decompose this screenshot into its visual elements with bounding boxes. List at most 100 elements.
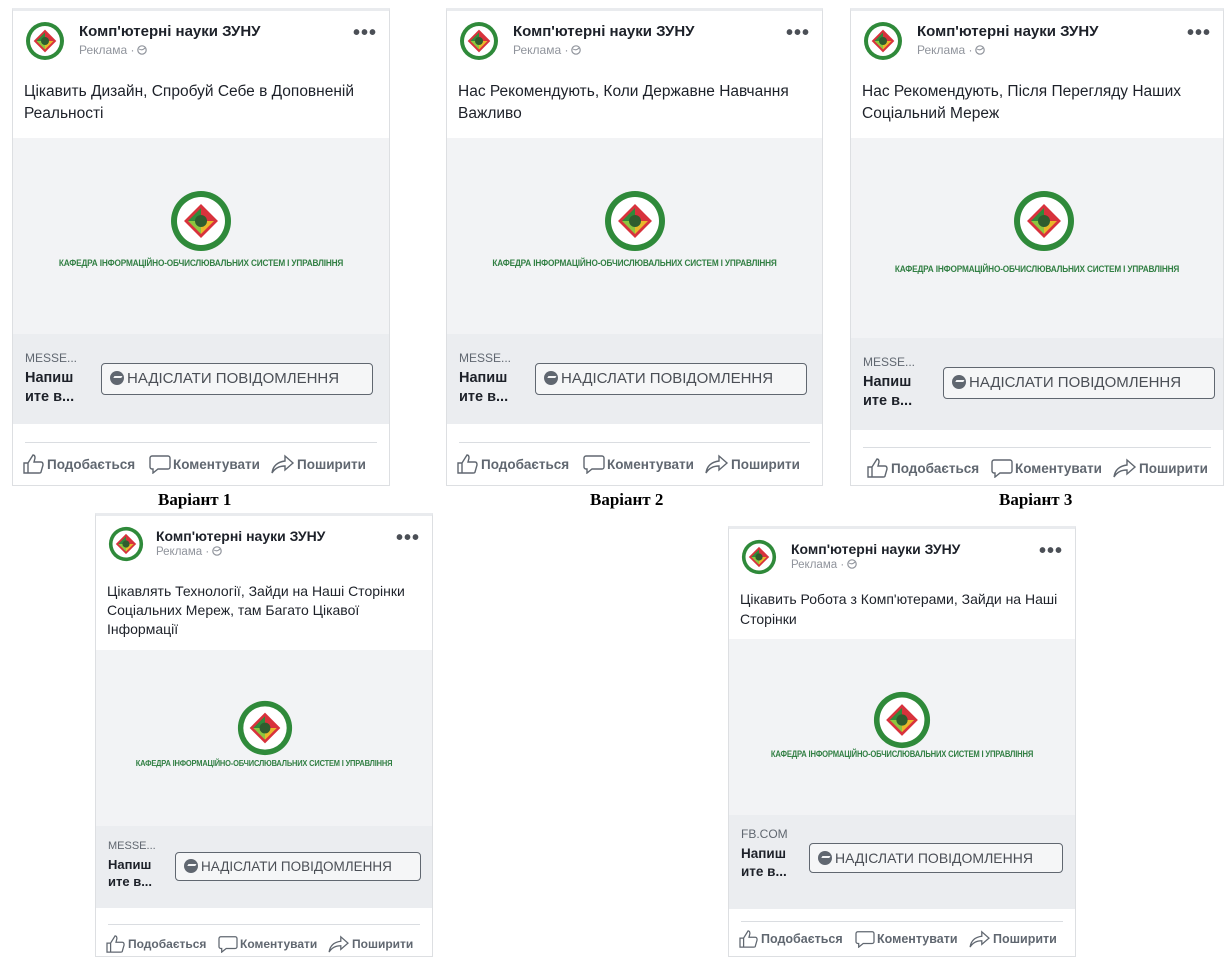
share-icon (328, 935, 349, 953)
post-header: Комп'ютерні науки ЗУНУ Реклама · ••• (96, 516, 432, 564)
share-button[interactable]: Поширити (328, 932, 413, 956)
comment-icon (218, 936, 238, 954)
page-avatar-logo-icon[interactable] (25, 21, 65, 61)
page-avatar-logo-icon[interactable] (741, 539, 777, 575)
department-name: КАФЕДРА ІНФОРМАЦІЙНО-ОБЧИСЛЮВАЛЬНИХ СИСТ… (58, 258, 344, 269)
share-button[interactable]: Поширити (1113, 457, 1208, 481)
send-message-label: НАДІСЛАТИ ПОВІДОМЛЕННЯ (835, 850, 1033, 866)
share-label: Поширити (1139, 461, 1208, 476)
like-button[interactable]: Подобається (23, 453, 135, 477)
ad-image[interactable]: КАФЕДРА ІНФОРМАЦІЙНО-ОБЧИСЛЮВАЛЬНИХ СИСТ… (13, 138, 389, 334)
ad-image[interactable]: КАФЕДРА ІНФОРМАЦІЙНО-ОБЧИСЛЮВАЛЬНИХ СИСТ… (729, 639, 1075, 815)
post-text: Цікавить Дизайн, Спробуй Себе в Доповнен… (24, 83, 355, 122)
like-button[interactable]: Подобається (106, 932, 206, 956)
post-text: Нас Рекомендують, Після Перегляду Наших … (862, 83, 1182, 122)
more-options-icon[interactable]: ••• (786, 23, 810, 43)
ad-card-5: Комп'ютерні науки ЗУНУ Реклама · ••• Цік… (728, 526, 1076, 957)
post-actions: Подобається Коментувати Поширити (23, 453, 379, 477)
ad-card-3: Комп'ютерні науки ЗУНУ Реклама · ••• Нас… (850, 8, 1224, 486)
share-button[interactable]: Поширити (705, 453, 800, 477)
page-name[interactable]: Комп'ютерні науки ЗУНУ (79, 23, 261, 40)
like-label: Подобається (47, 457, 136, 472)
more-options-icon[interactable]: ••• (396, 528, 420, 548)
share-icon (271, 454, 295, 474)
globe-icon (137, 45, 148, 55)
more-options-icon[interactable]: ••• (1187, 23, 1211, 43)
comment-button[interactable]: Коментувати (149, 453, 260, 477)
ad-image[interactable]: КАФЕДРА ІНФОРМАЦІЙНО-ОБЧИСЛЮВАЛЬНИХ СИСТ… (851, 138, 1223, 338)
like-button[interactable]: Подобається (457, 453, 569, 477)
comment-icon (149, 455, 171, 475)
globe-icon (212, 546, 222, 556)
share-button[interactable]: Поширити (271, 453, 366, 477)
divider (25, 442, 377, 443)
cta-title[interactable]: Напиш ите в... (108, 856, 162, 890)
send-message-label: НАДІСЛАТИ ПОВІДОМЛЕННЯ (201, 859, 392, 874)
ad-image[interactable]: КАФЕДРА ІНФОРМАЦІЙНО-ОБЧИСЛЮВАЛЬНИХ СИСТ… (96, 650, 432, 826)
cta-title[interactable]: Напиш ите в... (25, 369, 85, 407)
sponsored-text: Реклама · (917, 43, 973, 57)
send-message-button[interactable]: НАДІСЛАТИ ПОВІДОМЛЕННЯ (535, 363, 807, 395)
cta-title[interactable]: Напиш ите в... (741, 845, 797, 881)
comment-label: Коментувати (173, 457, 260, 472)
page-name[interactable]: Комп'ютерні науки ЗУНУ (917, 23, 1099, 40)
send-message-button[interactable]: НАДІСЛАТИ ПОВІДОМЛЕННЯ (101, 363, 373, 395)
post-text: Нас Рекомендують, Коли Державне Навчання… (458, 83, 789, 122)
sponsored-text: Реклама · (79, 43, 135, 57)
post-text: Цікавлять Технології, Зайди на Наші Стор… (107, 583, 405, 637)
cta-domain: MESSE... (25, 351, 78, 365)
variant-caption: Варіант 2 (590, 490, 664, 509)
page-avatar-logo-icon[interactable] (459, 21, 499, 61)
comment-button[interactable]: Коментувати (583, 453, 694, 477)
more-options-icon[interactable]: ••• (1039, 541, 1063, 561)
cta-title[interactable]: Напиш ите в... (863, 373, 923, 411)
share-label: Поширити (731, 457, 800, 472)
ad-card-1: Комп'ютерні науки ЗУНУ Реклама · ••• Цік… (12, 8, 390, 486)
cta-domain: FB.COM (741, 827, 788, 841)
department-logo-icon (605, 191, 665, 251)
department-name: КАФЕДРА ІНФОРМАЦІЙНО-ОБЧИСЛЮВАЛЬНИХ СИСТ… (492, 258, 777, 269)
post-actions: Подобається Коментувати Поширити (106, 932, 422, 956)
variant-caption: Варіант 1 (158, 490, 232, 509)
divider (459, 442, 810, 443)
messenger-icon (184, 859, 198, 873)
like-label: Подобається (481, 457, 570, 472)
more-options-icon[interactable]: ••• (353, 23, 377, 43)
comment-button[interactable]: Коментувати (991, 457, 1102, 481)
send-message-button[interactable]: НАДІСЛАТИ ПОВІДОМЛЕННЯ (175, 852, 421, 881)
ad-image[interactable]: КАФЕДРА ІНФОРМАЦІЙНО-ОБЧИСЛЮВАЛЬНИХ СИСТ… (447, 138, 822, 334)
like-label: Подобається (761, 932, 843, 946)
share-button[interactable]: Поширити (969, 927, 1057, 951)
thumbs-up-icon (23, 454, 44, 474)
page-name[interactable]: Комп'ютерні науки ЗУНУ (156, 528, 325, 544)
send-message-button[interactable]: НАДІСЛАТИ ПОВІДОМЛЕННЯ (809, 843, 1063, 873)
like-button[interactable]: Подобається (739, 927, 843, 951)
globe-icon (571, 45, 582, 55)
messenger-icon (544, 371, 558, 385)
send-message-button[interactable]: НАДІСЛАТИ ПОВІДОМЛЕННЯ (943, 367, 1215, 399)
page-avatar-logo-icon[interactable] (108, 526, 144, 562)
page-name[interactable]: Комп'ютерні науки ЗУНУ (791, 541, 960, 557)
cta-bar: MESSE... Напиш ите в... НАДІСЛАТИ ПОВІДО… (447, 334, 822, 424)
globe-icon (975, 45, 986, 55)
sponsored-label: Реклама · (513, 43, 582, 57)
department-name: КАФЕДРА ІНФОРМАЦІЙНО-ОБЧИСЛЮВАЛЬНИХ СИСТ… (894, 264, 1180, 275)
department-name: КАФЕДРА ІНФОРМАЦІЙНО-ОБЧИСЛЮВАЛЬНИХ СИСТ… (770, 749, 1034, 759)
globe-icon (847, 559, 857, 569)
thumbs-up-icon (867, 458, 888, 478)
comment-button[interactable]: Коментувати (855, 927, 958, 951)
sponsored-text: Реклама · (513, 43, 569, 57)
cta-domain: MESSE... (459, 351, 512, 365)
sponsored-text: Реклама · (156, 546, 210, 558)
share-icon (969, 930, 990, 948)
department-logo-icon (1014, 191, 1074, 251)
comment-button[interactable]: Коментувати (218, 932, 317, 956)
ad-card-4: Комп'ютерні науки ЗУНУ Реклама · ••• Цік… (95, 513, 433, 957)
page-avatar-logo-icon[interactable] (863, 21, 903, 61)
like-button[interactable]: Подобається (867, 457, 979, 481)
page-name[interactable]: Комп'ютерні науки ЗУНУ (513, 23, 695, 40)
post-actions: Подобається Коментувати Поширити (457, 453, 812, 477)
post-text: Цікавить Робота з Комп'ютерами, Зайди на… (740, 591, 1058, 627)
like-label: Подобається (128, 937, 207, 951)
cta-title[interactable]: Напиш ите в... (459, 369, 519, 407)
